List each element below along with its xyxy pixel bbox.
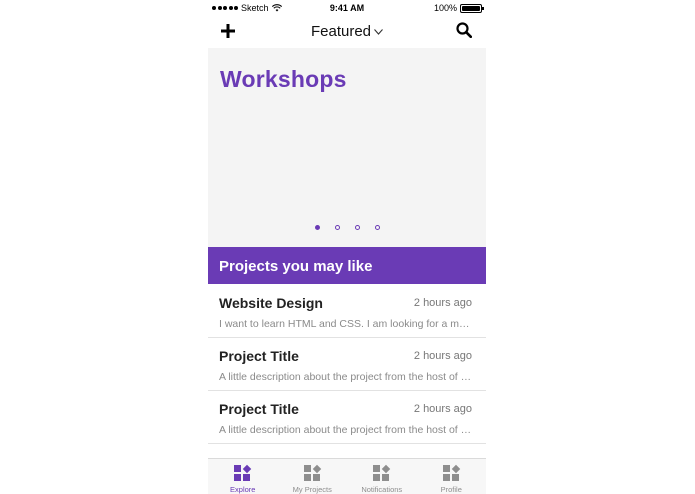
project-title: Project Title bbox=[219, 348, 299, 364]
notifications-icon bbox=[373, 464, 391, 482]
project-time: 2 hours ago bbox=[413, 297, 472, 309]
chevron-down-icon bbox=[374, 29, 383, 35]
project-description: I want to learn HTML and CSS. I am looki… bbox=[219, 318, 472, 330]
nav-title-label: Featured bbox=[310, 23, 372, 40]
featured-carousel[interactable]: Workshops bbox=[208, 48, 486, 247]
tab-explore[interactable]: Explore bbox=[208, 459, 278, 494]
list-item[interactable]: Website Design 2 hours ago I want to lea… bbox=[208, 285, 486, 338]
list-item[interactable]: Project Title 2 hours ago A little descr… bbox=[208, 391, 486, 444]
tab-label: Profile bbox=[440, 485, 462, 494]
project-title: Website Design bbox=[219, 295, 323, 311]
tab-profile[interactable]: Profile bbox=[417, 459, 487, 494]
profile-icon bbox=[442, 464, 460, 482]
tab-label: Explore bbox=[230, 485, 256, 494]
tab-bar: Explore My Projects Notifications Profil… bbox=[208, 458, 486, 494]
list-item[interactable]: Project Title 2 hours ago A little descr… bbox=[208, 338, 486, 391]
project-title: Project Title bbox=[219, 401, 299, 417]
tab-label: My Projects bbox=[292, 485, 332, 494]
search-button[interactable] bbox=[456, 22, 474, 40]
project-description: A little description about the project f… bbox=[219, 371, 472, 383]
pager-dot[interactable] bbox=[314, 225, 320, 230]
carousel-title: Workshops bbox=[220, 66, 347, 92]
tab-label: Notifications bbox=[361, 485, 403, 494]
project-list: Website Design 2 hours ago I want to lea… bbox=[208, 285, 486, 444]
nav-bar: Featured bbox=[208, 16, 486, 48]
project-description: A little description about the project f… bbox=[219, 424, 472, 436]
battery-percent: 100% bbox=[433, 3, 457, 13]
pager-dot[interactable] bbox=[334, 225, 340, 230]
projects-icon bbox=[303, 464, 321, 482]
tab-notifications[interactable]: Notifications bbox=[347, 459, 417, 494]
status-bar: Sketch 9:41 AM 100% bbox=[208, 0, 486, 16]
pager-dot[interactable] bbox=[374, 225, 380, 230]
carousel-pager[interactable] bbox=[208, 225, 486, 230]
explore-icon bbox=[234, 464, 252, 482]
battery-icon bbox=[460, 3, 484, 13]
project-time: 2 hours ago bbox=[413, 350, 472, 362]
section-header: Projects you may like bbox=[208, 247, 486, 284]
phone-screen: Sketch 9:41 AM 100% Featured Workshops P… bbox=[208, 0, 486, 494]
section-title: Projects you may like bbox=[219, 258, 373, 275]
tab-my-projects[interactable]: My Projects bbox=[278, 459, 348, 494]
pager-dot[interactable] bbox=[354, 225, 360, 230]
project-time: 2 hours ago bbox=[413, 403, 472, 415]
search-icon bbox=[456, 22, 473, 39]
feed-selector[interactable]: Featured bbox=[208, 23, 486, 40]
status-right: 100% bbox=[433, 3, 484, 13]
